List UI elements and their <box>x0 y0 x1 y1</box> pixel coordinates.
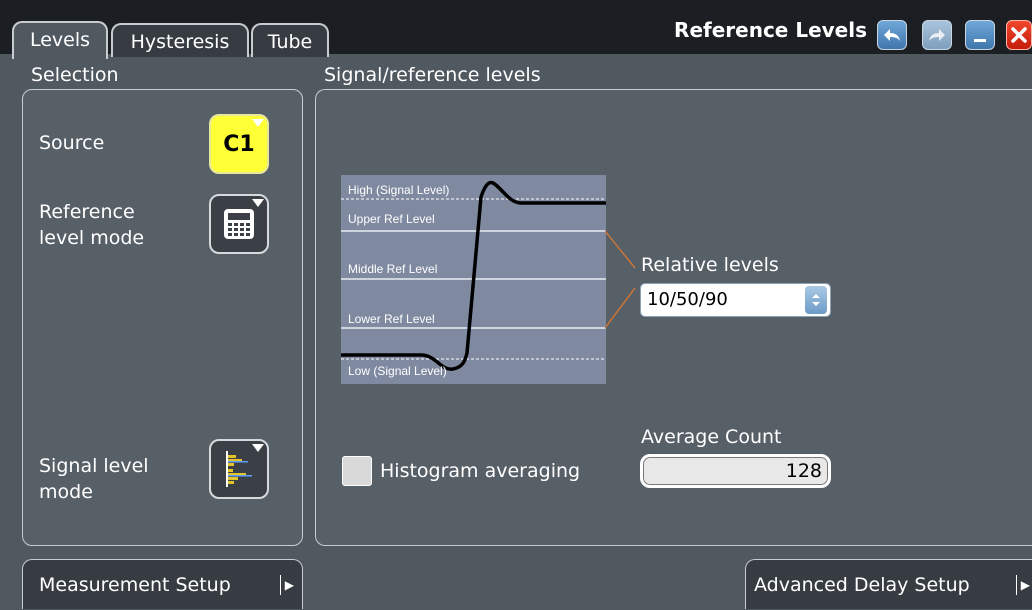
source-label: Source <box>39 132 105 154</box>
ref-mode-label-line1: Reference <box>39 201 135 223</box>
spinner-arrows-icon[interactable] <box>805 286 827 314</box>
window-title: Reference Levels <box>674 18 867 42</box>
reference-level-mode-button[interactable] <box>209 194 269 254</box>
source-value: C1 <box>223 131 255 157</box>
dropdown-triangle-icon <box>252 199 264 207</box>
calculator-icon <box>224 209 254 239</box>
advanced-delay-setup-button[interactable]: Advanced Delay Setup ▶ <box>745 559 1032 609</box>
middle-ref-label: Middle Ref Level <box>348 262 438 276</box>
measurement-setup-button[interactable]: Measurement Setup ▶ <box>22 559 303 609</box>
tab-tube[interactable]: Tube <box>251 23 329 57</box>
expand-arrow-icon: ▶ <box>279 575 294 595</box>
dropdown-triangle-icon <box>252 444 264 452</box>
close-button[interactable] <box>1006 20 1032 50</box>
close-icon <box>1011 27 1027 43</box>
upper-ref-label: Upper Ref Level <box>348 212 435 226</box>
tab-hysteresis[interactable]: Hysteresis <box>111 23 249 57</box>
selection-panel: Source C1 Reference level mode Signal le… <box>22 89 303 546</box>
dropdown-triangle-icon <box>252 119 264 127</box>
source-button[interactable]: C1 <box>209 114 269 174</box>
ref-mode-label-line2: level mode <box>39 227 145 249</box>
signal-levels-heading: Signal/reference levels <box>324 64 541 86</box>
redo-icon <box>929 29 945 41</box>
histogram-averaging-checkbox[interactable] <box>342 456 372 486</box>
redo-button[interactable] <box>922 20 952 50</box>
low-level-label: Low (Signal Level) <box>348 364 447 378</box>
relative-levels-select[interactable]: 10/50/90 <box>640 283 831 317</box>
measurement-setup-label: Measurement Setup <box>39 574 231 596</box>
reference-levels-diagram: High (Signal Level) Upper Ref Level Midd… <box>341 175 606 384</box>
relative-levels-value: 10/50/90 <box>647 289 728 310</box>
minimize-icon <box>974 39 986 42</box>
histogram-averaging-label: Histogram averaging <box>380 460 581 482</box>
advanced-delay-setup-label: Advanced Delay Setup <box>754 574 970 596</box>
signal-mode-label-line2: mode <box>39 481 93 503</box>
tab-levels[interactable]: Levels <box>12 21 108 59</box>
relative-levels-label: Relative levels <box>641 254 779 276</box>
undo-icon <box>884 29 900 41</box>
high-level-label: High (Signal Level) <box>348 183 450 197</box>
histogram-icon <box>226 451 252 487</box>
signal-level-mode-button[interactable] <box>209 439 269 499</box>
lower-ref-label: Lower Ref Level <box>348 312 435 326</box>
waveform-diagram <box>341 180 606 371</box>
level-connector-lines <box>605 230 636 329</box>
minimize-button[interactable] <box>965 20 995 50</box>
selection-heading: Selection <box>31 64 119 86</box>
average-count-input[interactable]: 128 <box>640 454 831 488</box>
average-count-label: Average Count <box>641 426 782 448</box>
expand-arrow-icon: ▶ <box>1015 575 1030 595</box>
undo-button[interactable] <box>877 20 907 50</box>
signal-mode-label-line1: Signal level <box>39 455 149 477</box>
